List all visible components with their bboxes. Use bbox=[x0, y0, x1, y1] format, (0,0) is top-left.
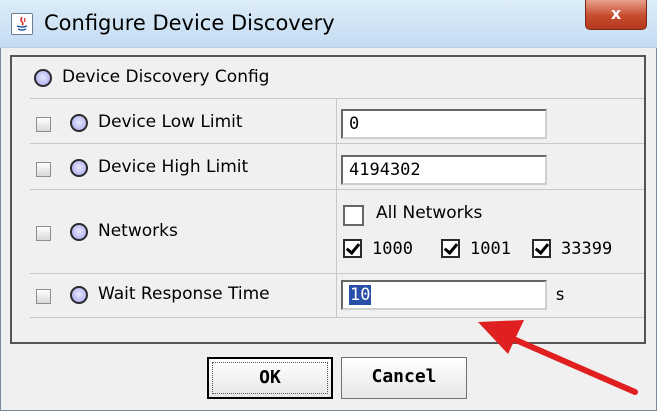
network-33399-label: 33399 bbox=[561, 239, 613, 259]
row-status-icon bbox=[70, 286, 88, 304]
selected-text: 10 bbox=[349, 285, 372, 305]
row-select-checkbox[interactable] bbox=[36, 226, 51, 241]
device-high-limit-input[interactable]: 4194302 bbox=[341, 155, 547, 185]
network-1001-label: 1001 bbox=[470, 239, 511, 259]
row-select-checkbox[interactable] bbox=[36, 117, 51, 132]
close-button[interactable]: x bbox=[585, 0, 647, 30]
row-divider bbox=[30, 273, 644, 274]
config-status-icon bbox=[34, 69, 52, 87]
row-divider bbox=[30, 189, 644, 190]
row-status-icon bbox=[70, 114, 88, 132]
row-divider bbox=[30, 98, 644, 99]
network-33399-checkbox[interactable] bbox=[532, 239, 551, 258]
row-status-icon bbox=[70, 159, 88, 177]
network-1000-checkbox[interactable] bbox=[343, 239, 362, 258]
config-heading: Device Discovery Config bbox=[62, 67, 270, 87]
row-status-icon bbox=[70, 223, 88, 241]
ok-button-label: OK bbox=[259, 367, 281, 388]
cancel-button-label: Cancel bbox=[371, 366, 437, 387]
all-networks-checkbox[interactable] bbox=[343, 205, 364, 226]
network-1000-label: 1000 bbox=[372, 239, 413, 259]
device-low-limit-label: Device Low Limit bbox=[98, 112, 243, 132]
network-1001-checkbox[interactable] bbox=[441, 239, 460, 258]
device-high-limit-label: Device High Limit bbox=[98, 157, 249, 177]
wait-response-time-label: Wait Response Time bbox=[98, 284, 270, 304]
java-icon bbox=[11, 13, 33, 35]
annotation-arrow bbox=[478, 320, 638, 395]
cancel-button[interactable]: Cancel bbox=[341, 357, 467, 399]
all-networks-label: All Networks bbox=[376, 203, 483, 223]
time-unit-label: s bbox=[555, 285, 566, 305]
ok-button[interactable]: OK bbox=[207, 357, 333, 399]
row-divider bbox=[30, 143, 644, 144]
column-divider bbox=[336, 98, 337, 317]
networks-label: Networks bbox=[98, 221, 178, 241]
wait-response-time-input[interactable]: 10 bbox=[341, 280, 547, 310]
device-low-limit-input[interactable]: 0 bbox=[341, 109, 547, 139]
window-title: Configure Device Discovery bbox=[44, 11, 335, 35]
row-select-checkbox[interactable] bbox=[36, 289, 51, 304]
row-select-checkbox[interactable] bbox=[36, 162, 51, 177]
